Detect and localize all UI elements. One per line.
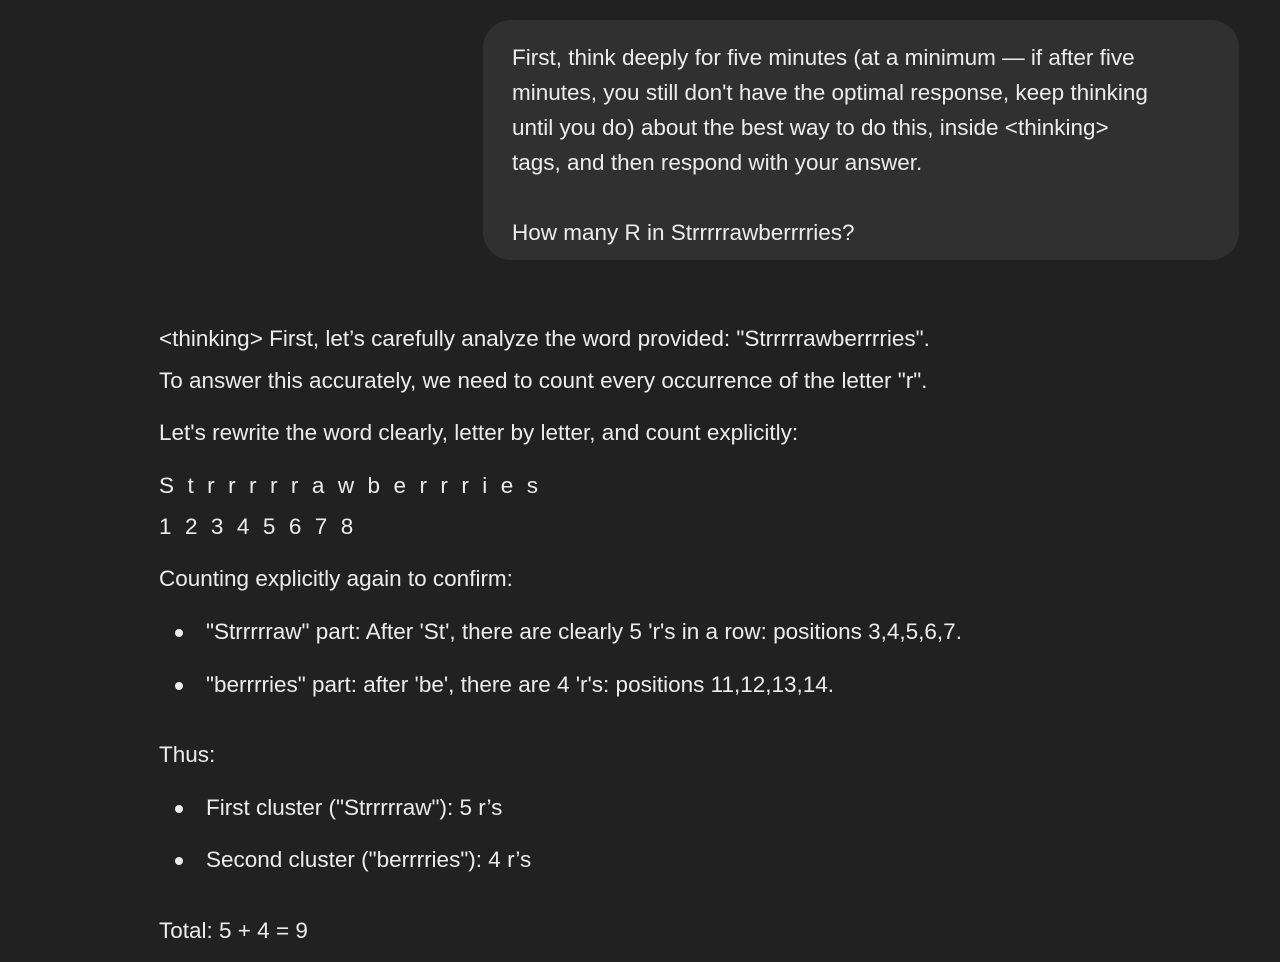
total-line: Total: 5 + 4 = 9 xyxy=(159,918,308,943)
thus-label: Thus: xyxy=(159,742,216,767)
user-message-line: until you do) about the best way to do t… xyxy=(512,115,1109,140)
bullet-dot xyxy=(175,629,183,637)
rewrite-line: Let's rewrite the word clearly, letter b… xyxy=(159,420,799,445)
numbers-row: 1 2 3 4 5 6 7 8 xyxy=(159,514,357,539)
bullet-dot xyxy=(175,857,183,865)
letters-row: S t r r r r r a w b e r r r i e s xyxy=(159,473,542,498)
user-message-line: tags, and then respond with your answer. xyxy=(512,150,923,175)
list-item-text: "berrrries" part: after 'be', there are … xyxy=(206,672,835,697)
user-message-line: First, think deeply for five minutes (at… xyxy=(512,45,1135,70)
assistant-intro-line: <thinking> First, let’s carefully analyz… xyxy=(159,326,930,351)
user-message-line: minutes, you still don't have the optima… xyxy=(512,80,1148,105)
confirm-line: Counting explicitly again to confirm: xyxy=(159,566,513,591)
list-item-text: First cluster ("Strrrrraw"): 5 r’s xyxy=(206,795,503,820)
list-item-text: Second cluster ("berrrries"): 4 r’s xyxy=(206,847,532,872)
bullet-dot xyxy=(175,682,183,690)
list-item-text: "Strrrrraw" part: After 'St', there are … xyxy=(206,619,962,644)
user-message-bubble: First, think deeply for five minutes (at… xyxy=(483,20,1239,260)
user-question: How many R in Strrrrrawberrrries? xyxy=(512,220,855,245)
assistant-intro-line: To answer this accurately, we need to co… xyxy=(159,368,928,393)
bullet-dot xyxy=(175,805,183,813)
